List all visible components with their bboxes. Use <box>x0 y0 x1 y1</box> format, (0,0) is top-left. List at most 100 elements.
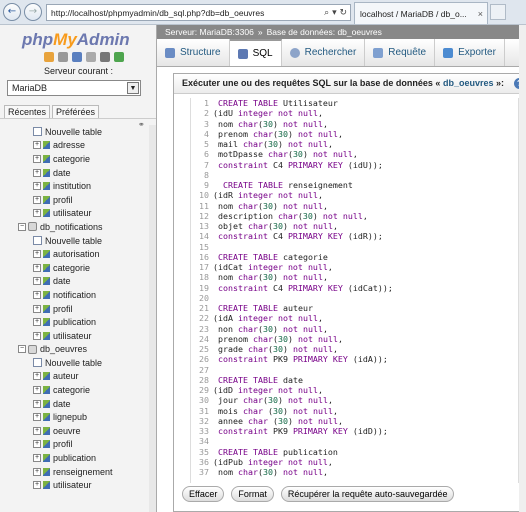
table-structure-icon[interactable] <box>43 413 50 422</box>
tree-label[interactable]: utilisateur <box>53 331 92 341</box>
home-icon[interactable] <box>44 52 54 62</box>
tree-database[interactable]: − db_notifications <box>14 220 154 234</box>
tree-label[interactable]: autorisation <box>53 249 100 259</box>
expand-icon[interactable]: + <box>33 372 41 381</box>
expand-icon[interactable]: + <box>33 277 41 286</box>
tab-sql[interactable]: SQL <box>229 39 282 66</box>
tree-table[interactable]: + categorie <box>14 383 154 397</box>
tree-label[interactable]: notification <box>53 290 96 300</box>
restore-autosaved-button[interactable]: Récupérer la requête auto-sauvegardée <box>280 486 455 502</box>
tree-table[interactable]: + adresse <box>14 139 154 153</box>
breadcrumb-server[interactable]: Serveur: MariaDB:3306 <box>165 27 254 37</box>
expand-icon[interactable]: + <box>33 331 41 340</box>
format-button[interactable]: Format <box>231 486 274 502</box>
expand-icon[interactable]: + <box>33 318 41 327</box>
table-structure-icon[interactable] <box>43 168 50 177</box>
tab-favorites[interactable]: Préférées <box>52 105 100 118</box>
breadcrumb-database[interactable]: Base de données: db_oeuvres <box>267 27 382 37</box>
expand-icon[interactable]: + <box>33 195 41 204</box>
tree-label[interactable]: auteur <box>53 371 79 381</box>
expand-icon[interactable]: + <box>33 263 41 272</box>
address-bar[interactable]: http://localhost/phpmyadmin/db_sql.php?d… <box>46 4 351 21</box>
table-structure-icon[interactable] <box>43 182 50 191</box>
tab-recent[interactable]: Récentes <box>4 105 51 118</box>
tree-label[interactable]: adresse <box>53 140 85 150</box>
tree-label[interactable]: lignepub <box>53 412 87 422</box>
tree-label[interactable]: date <box>53 399 71 409</box>
tree-table[interactable]: + categorie <box>14 152 154 166</box>
tree-label[interactable]: profil <box>53 195 73 205</box>
tree-label[interactable]: categorie <box>53 385 90 395</box>
help-icon[interactable] <box>86 52 96 62</box>
forward-button[interactable]: → <box>24 3 42 21</box>
tree-label[interactable]: db_oeuvres <box>40 344 87 354</box>
tab-export[interactable]: Exporter <box>435 39 505 66</box>
tree-table[interactable]: + oeuvre <box>14 424 154 438</box>
expand-icon[interactable]: + <box>33 481 41 490</box>
gear-icon[interactable] <box>100 52 110 62</box>
table-structure-icon[interactable] <box>43 154 50 163</box>
close-tab-icon[interactable]: × <box>474 9 487 19</box>
tab-structure[interactable]: Structure <box>157 39 230 66</box>
expand-icon[interactable]: + <box>33 386 41 395</box>
logout-icon[interactable] <box>58 52 68 62</box>
tree-table[interactable]: + auteur <box>14 370 154 384</box>
expand-icon[interactable]: + <box>33 454 41 463</box>
expand-icon[interactable]: + <box>33 426 41 435</box>
tree-table[interactable]: + date <box>14 275 154 289</box>
table-structure-icon[interactable] <box>43 331 50 340</box>
tree-table[interactable]: + autorisation <box>14 247 154 261</box>
tree-table[interactable]: + publication <box>14 315 154 329</box>
table-structure-icon[interactable] <box>43 318 50 327</box>
tree-new-table[interactable]: Nouvelle table <box>14 125 154 139</box>
tree-table[interactable]: + utilisateur <box>14 207 154 221</box>
tree-new-table[interactable]: Nouvelle table <box>14 234 154 248</box>
clear-button[interactable]: Effacer <box>182 486 225 502</box>
new-tab-button[interactable] <box>490 4 506 20</box>
table-structure-icon[interactable] <box>43 195 50 204</box>
tree-label[interactable]: Nouvelle table <box>45 358 102 368</box>
tree-label[interactable]: Nouvelle table <box>45 127 102 137</box>
tree-table[interactable]: + utilisateur <box>14 478 154 492</box>
table-structure-icon[interactable] <box>43 277 50 286</box>
sql-editor[interactable]: 1 CREATE TABLE Utilisateur 2 (idU integer … <box>190 98 520 483</box>
tree-label[interactable]: date <box>53 168 71 178</box>
tab-query[interactable]: Requête <box>365 39 436 66</box>
tree-table[interactable]: + date <box>14 166 154 180</box>
server-select[interactable]: MariaDB ▼ <box>7 80 141 96</box>
tree-label[interactable]: categorie <box>53 263 90 273</box>
expand-icon[interactable]: + <box>33 467 41 476</box>
expand-icon[interactable]: + <box>33 209 41 218</box>
tree-label[interactable]: date <box>53 276 71 286</box>
tree-table[interactable]: + profil <box>14 302 154 316</box>
tree-label[interactable]: renseignement <box>53 467 113 477</box>
expand-icon[interactable]: + <box>33 250 41 259</box>
expand-icon[interactable]: + <box>33 290 41 299</box>
table-structure-icon[interactable] <box>43 250 50 259</box>
table-structure-icon[interactable] <box>43 141 50 150</box>
table-structure-icon[interactable] <box>43 386 50 395</box>
tree-label[interactable]: publication <box>53 453 96 463</box>
tree-database[interactable]: − db_oeuvres <box>14 343 154 357</box>
tree-label[interactable]: utilisateur <box>53 208 92 218</box>
address-controls[interactable]: ⌕ ▾ ↻ <box>321 8 350 18</box>
tree-table[interactable]: + categorie <box>14 261 154 275</box>
collapse-icon[interactable]: − <box>18 222 26 231</box>
table-structure-icon[interactable] <box>43 454 50 463</box>
tree-new-table[interactable]: Nouvelle table <box>14 356 154 370</box>
expand-icon[interactable]: + <box>33 168 41 177</box>
expand-icon[interactable]: + <box>33 141 41 150</box>
tree-table[interactable]: + profil <box>14 438 154 452</box>
tree-label[interactable]: Nouvelle table <box>45 236 102 246</box>
tree-table[interactable]: + institution <box>14 179 154 193</box>
tree-label[interactable]: categorie <box>53 154 90 164</box>
expand-icon[interactable]: + <box>33 154 41 163</box>
table-structure-icon[interactable] <box>43 426 50 435</box>
collapse-icon[interactable]: − <box>18 345 26 354</box>
tree-table[interactable]: + notification <box>14 288 154 302</box>
tree-table[interactable]: + publication <box>14 451 154 465</box>
expand-icon[interactable]: + <box>33 182 41 191</box>
tree-label[interactable]: institution <box>53 181 91 191</box>
browser-tab[interactable]: localhost / MariaDB / db_o... × <box>354 2 488 24</box>
page-scrollbar[interactable] <box>519 25 526 512</box>
